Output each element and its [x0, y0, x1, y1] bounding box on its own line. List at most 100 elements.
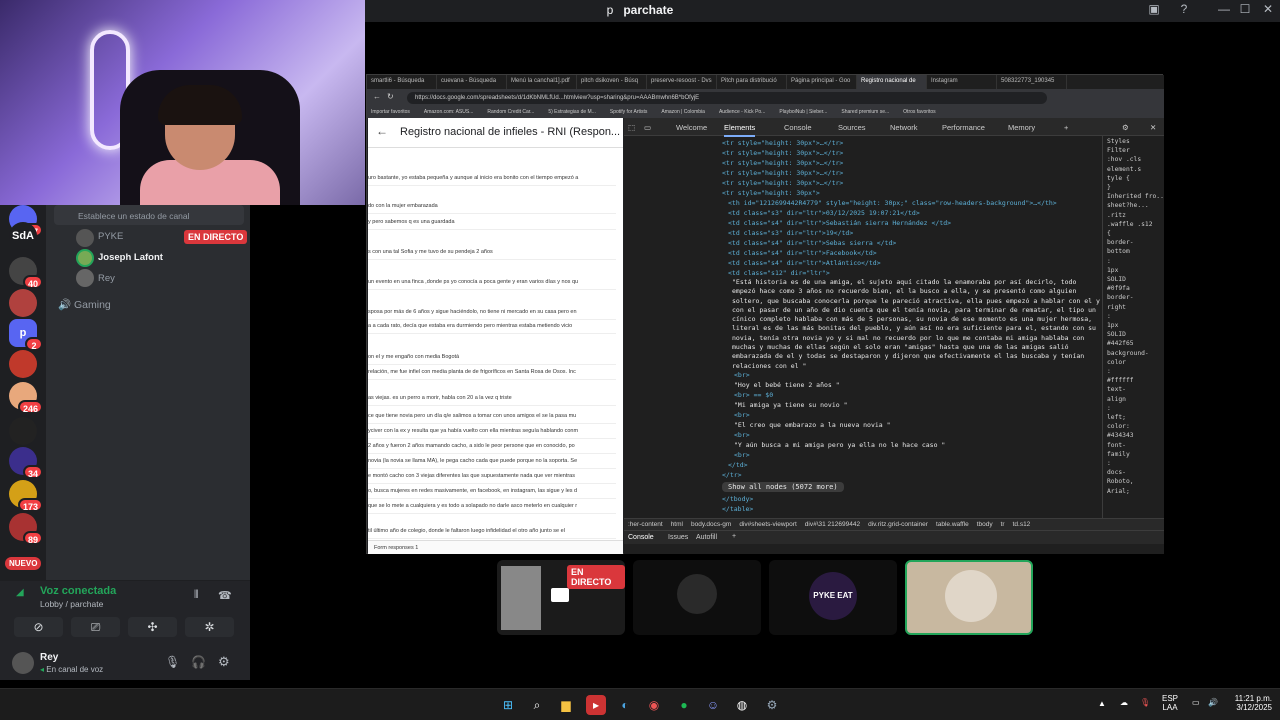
- dom-node[interactable]: <td class="s4" dir="ltr">Sebas sierra </…: [728, 238, 896, 248]
- bookmark[interactable]: Spotify for Artists: [610, 109, 648, 115]
- screen-share-button[interactable]: ⎚: [71, 617, 120, 637]
- member-name[interactable]: Joseph Lafont: [98, 252, 163, 263]
- back-arrow-icon[interactable]: ←: [376, 124, 388, 138]
- dom-node[interactable]: <tr style="height: 30px">…</tr>: [722, 158, 843, 168]
- network-icon[interactable]: ▭: [1192, 698, 1200, 707]
- tab-elements[interactable]: Elements: [724, 123, 756, 137]
- breadcrumb-item[interactable]: div.ritz.grid-container: [868, 521, 928, 528]
- close-button[interactable]: ✕: [1258, 2, 1278, 20]
- browser-tab[interactable]: Instagram: [927, 75, 997, 89]
- dom-node[interactable]: <td class="s4" dir="ltr">Facebook</td>: [728, 248, 877, 258]
- dom-node[interactable]: <tr style="height: 30px">: [722, 188, 820, 198]
- tab-welcome[interactable]: Welcome: [676, 123, 707, 132]
- breadcrumb-item[interactable]: tr: [1001, 521, 1005, 528]
- table-row[interactable]: y pero sabemos q es una guardada: [368, 214, 616, 230]
- server-icon[interactable]: [9, 289, 37, 317]
- tab-network[interactable]: Network: [890, 123, 918, 132]
- bookmark[interactable]: Random Credit Car...: [487, 109, 534, 115]
- settings-icon[interactable]: ⚙: [1122, 123, 1129, 132]
- server-icon[interactable]: [9, 350, 37, 378]
- dom-node[interactable]: <tr style="height: 30px">…</tr>: [722, 138, 843, 148]
- table-row[interactable]: o, busca mujeres en redes masivamente, e…: [368, 483, 616, 499]
- dom-node[interactable]: <br>: [734, 410, 750, 420]
- bookmark[interactable]: Amazon | Colombia: [661, 109, 705, 115]
- help-icon[interactable]: ?: [1174, 2, 1194, 20]
- tab-performance[interactable]: Performance: [942, 123, 985, 132]
- breadcrumb-item[interactable]: html: [671, 521, 683, 528]
- dom-node[interactable]: "El creo que embarazo a la nueva novia ": [734, 420, 891, 430]
- table-row[interactable]: relación, me fue infiel con media planta…: [368, 364, 616, 380]
- browser-tab[interactable]: Página principal - Goo: [787, 75, 857, 89]
- browser-tab[interactable]: preserve-resoost - Dvs: [647, 75, 717, 89]
- dom-node[interactable]: <th id="1212699442R4779" style="height: …: [728, 198, 1057, 208]
- table-row[interactable]: on el y me engaño con media Bogotá: [368, 349, 616, 365]
- tab-memory[interactable]: Memory: [1008, 123, 1035, 132]
- dom-node[interactable]: <br>: [734, 370, 750, 380]
- chevron-up-icon[interactable]: ▲: [1098, 699, 1106, 708]
- table-row[interactable]: s con una tal Sofia y me tuvo de su pend…: [368, 244, 616, 260]
- tab-console[interactable]: Console: [784, 123, 812, 132]
- volume-icon[interactable]: 🔊: [1208, 698, 1218, 707]
- language-indicator[interactable]: ESP LAA: [1162, 694, 1178, 712]
- dom-node[interactable]: <td class="s3" dir="ltr">19</td>: [728, 228, 853, 238]
- table-row[interactable]: novia (la novia se llama MA), le pega ca…: [368, 453, 616, 469]
- breadcrumb-item[interactable]: table.waffle: [936, 521, 969, 528]
- drawer-tab-console[interactable]: Console: [628, 534, 654, 541]
- browser-tab[interactable]: cuevana - Búsqueda: [437, 75, 507, 89]
- close-icon[interactable]: ✕: [1150, 123, 1156, 132]
- add-tab-icon[interactable]: +: [1064, 123, 1068, 132]
- dom-node[interactable]: <td class="s3" dir="ltr">03/12/2025 19:0…: [728, 208, 920, 218]
- browser-tab[interactable]: pitch dsikoven - Búsq: [577, 75, 647, 89]
- breadcrumb-item[interactable]: :her-content: [628, 521, 663, 528]
- camera-off-button[interactable]: ⊘: [14, 617, 63, 637]
- member-name[interactable]: Rey: [98, 273, 115, 284]
- dom-node[interactable]: </table>: [722, 504, 753, 514]
- breadcrumb-item[interactable]: body.docs-gm: [691, 521, 731, 528]
- server-icon[interactable]: 34: [9, 447, 43, 479]
- clock[interactable]: 11:21 p.m. 3/12/2025: [1226, 694, 1272, 712]
- browser-tab[interactable]: Menú la canchal1].pdf: [507, 75, 577, 89]
- sheet-tab[interactable]: Form responses 1: [368, 540, 623, 554]
- server-icon[interactable]: 89: [9, 513, 43, 545]
- address-input[interactable]: https://docs.google.com/spreadsheets/d/1…: [407, 92, 1047, 104]
- voice-channel-gaming[interactable]: 🔊 Gaming: [58, 298, 111, 311]
- bookmark[interactable]: Importar favoritos: [371, 109, 410, 115]
- back-icon[interactable]: ←: [373, 92, 381, 101]
- dom-node[interactable]: </tr>: [722, 470, 742, 480]
- stream-tile-speaking[interactable]: [905, 560, 1033, 635]
- bookmark[interactable]: Otros favoritos: [903, 109, 936, 115]
- dom-node[interactable]: <br> == $0: [734, 390, 773, 400]
- show-all-nodes-button[interactable]: Show all nodes (5072 more): [722, 482, 844, 492]
- table-row[interactable]: ce que tiene novia pero un día q/e salim…: [368, 408, 616, 424]
- server-icon[interactable]: 40: [9, 257, 43, 289]
- table-row[interactable]: que se lo mete a cualquiera y es todo a …: [368, 498, 616, 514]
- minimize-button[interactable]: —: [1214, 2, 1234, 20]
- dom-node[interactable]: "Y aún busca a mi amiga pero ya ella no …: [734, 440, 945, 450]
- disconnect-icon[interactable]: ☎: [218, 589, 232, 602]
- settings-icon[interactable]: ⚙: [762, 695, 782, 715]
- table-row[interactable]: uro bastante, yo estaba pequeña y aunque…: [368, 170, 616, 186]
- inbox-icon[interactable]: ▣: [1144, 2, 1164, 20]
- drawer-tab-autofill[interactable]: Autofill: [696, 534, 717, 541]
- browser-tab[interactable]: Pitch para distribució: [717, 75, 787, 89]
- dom-node[interactable]: "Mi amiga ya tiene su novio ": [734, 400, 848, 410]
- table-row[interactable]: 2 años y fueron 2 años mamando cacho, a …: [368, 438, 616, 454]
- member-name[interactable]: PYKE: [98, 231, 123, 242]
- reload-icon[interactable]: ↻: [387, 92, 394, 101]
- dom-node[interactable]: </tbody>: [722, 494, 753, 504]
- maximize-button[interactable]: ☐: [1235, 2, 1255, 20]
- server-icon[interactable]: [9, 417, 37, 445]
- browser-tab[interactable]: smartli6 - Búsqueda: [367, 75, 437, 89]
- bookmark[interactable]: PlayboiNub | Sieber...: [779, 109, 827, 115]
- browser-tab-active[interactable]: Registro nacional de: [857, 75, 927, 89]
- table-row[interactable]: do con la mujer embarazada: [368, 198, 616, 214]
- add-drawer-icon[interactable]: +: [732, 533, 736, 540]
- dom-node[interactable]: <tr style="height: 30px">…</tr>: [722, 178, 843, 188]
- voice-location[interactable]: Lobby / parchate: [40, 599, 103, 609]
- server-icon[interactable]: SdA: [9, 222, 37, 250]
- breadcrumb-item[interactable]: td.s12: [1013, 521, 1031, 528]
- bookmark[interactable]: 5) Estrategias de M...: [548, 109, 596, 115]
- tab-sources[interactable]: Sources: [838, 123, 866, 132]
- table-row[interactable]: til último año de colegio, donde le falt…: [368, 523, 616, 539]
- windows-start-icon[interactable]: ⊞: [498, 695, 518, 715]
